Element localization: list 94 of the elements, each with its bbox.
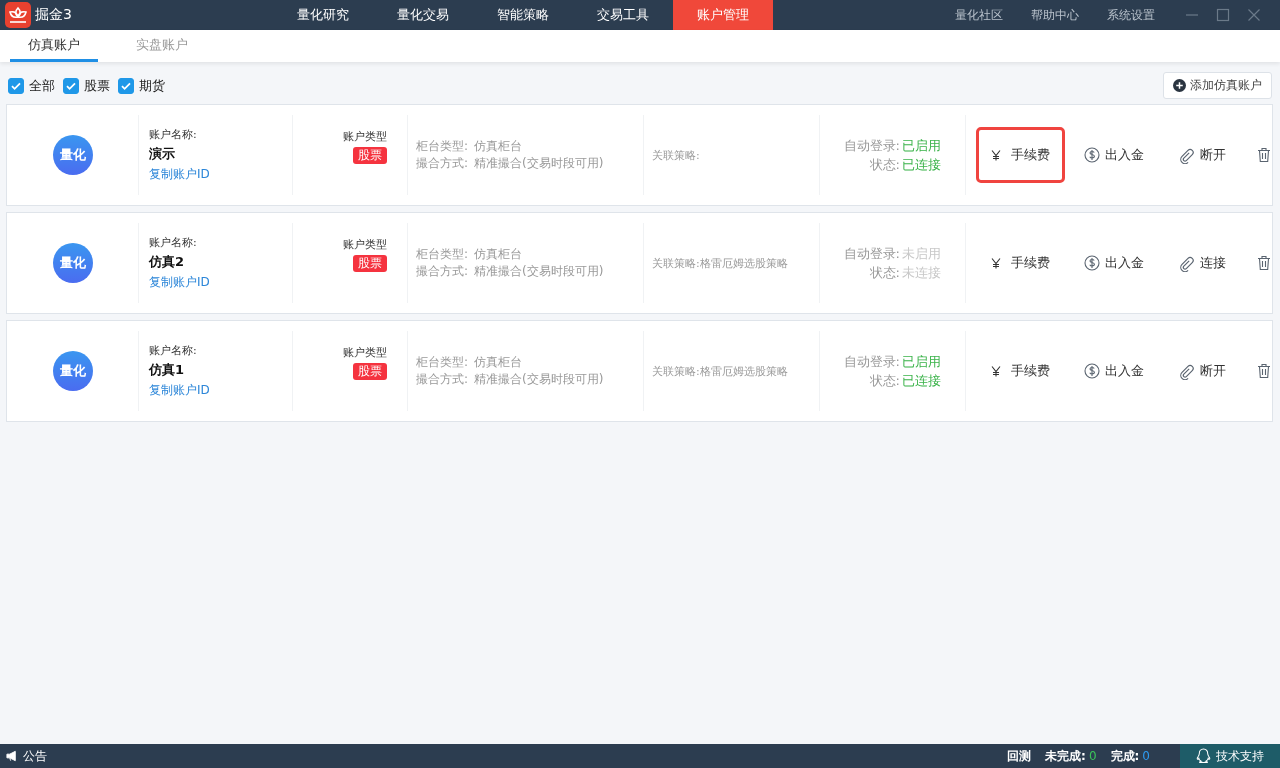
auto-login-status: 已启用 [902,353,941,371]
field-label: 自动登录: [843,245,900,263]
account-type-badge: 股票 [353,255,387,272]
field-label: 柜台类型: [416,354,469,371]
field-label: 账户名称: [149,343,198,358]
field-label: 柜台类型: [416,138,469,155]
field-label: 账户类型 [343,129,387,144]
linked-strategy: 关联策略: [652,147,701,163]
funds-button[interactable]: 出入金 [1068,343,1159,399]
filter-label: 股票 [84,76,110,95]
copy-id-link[interactable]: 复制账户ID [149,382,210,399]
paperclip-icon [1177,146,1195,164]
funds-button[interactable]: 出入金 [1068,235,1159,291]
auto-login-status: 已启用 [902,137,941,155]
copy-id-link[interactable]: 复制账户ID [149,166,210,183]
dollar-icon [1083,255,1100,271]
status-label: 完成: [1110,747,1140,765]
field-value: 精准撮合(交易时段可用) [474,155,604,172]
maximize-icon[interactable] [1216,8,1230,22]
done-count: 0 [1142,749,1150,763]
dollar-icon [1083,363,1100,379]
paperclip-icon [1177,254,1195,272]
account-name: 仿真1 [149,361,186,379]
checkbox[interactable] [8,77,24,94]
header-link[interactable]: 量化社区 [943,6,1015,24]
yen-icon [990,365,1001,377]
yen-icon [990,149,1001,161]
pending-count: 0 [1088,749,1097,763]
fee-button[interactable]: 手续费 [975,235,1065,291]
filter-label: 全部 [29,76,55,95]
account-tab[interactable]: 仿真账户 [10,30,98,62]
checkbox[interactable] [118,77,134,94]
delete-icon[interactable] [1256,147,1271,163]
funds-button[interactable]: 出入金 [1068,127,1159,183]
header-link[interactable]: 帮助中心 [1019,6,1091,24]
field-label: 状态: [869,372,900,390]
account-avatar: 量化 [52,351,93,391]
field-label: 自动登录: [843,353,900,371]
field-label: 撮合方式: [416,155,469,172]
nav-tab[interactable]: 智能策略 [473,0,573,30]
delete-icon[interactable] [1256,363,1271,379]
nav-tab[interactable]: 量化交易 [373,0,473,30]
field-value: 仿真柜台 [474,246,523,263]
logo-icon [5,2,31,28]
field-label: 自动登录: [843,137,900,155]
checkbox[interactable] [63,77,79,94]
connection-status: 已连接 [902,156,941,174]
dollar-icon [1083,147,1100,163]
nav-tab[interactable]: 账户管理 [673,0,773,30]
add-account-button[interactable]: 添加仿真账户 [1163,72,1272,99]
field-label: 柜台类型: [416,246,469,263]
header-link[interactable]: 系统设置 [1095,6,1167,24]
nav-tab[interactable]: 量化研究 [273,0,373,30]
connect-toggle-button[interactable]: 断开 [1162,343,1241,399]
paperclip-icon [1177,362,1195,380]
backtest-link[interactable]: 回测 [1007,747,1032,765]
filter-label: 期货 [139,76,165,95]
field-label: 撮合方式: [416,263,469,280]
field-value: 仿真柜台 [474,138,523,155]
field-label: 撮合方式: [416,371,469,388]
copy-id-link[interactable]: 复制账户ID [149,274,210,291]
field-label: 状态: [869,264,900,282]
linked-strategy: 关联策略:格雷厄姆选股策略 [652,363,789,379]
plus-icon [1173,79,1186,92]
account-avatar: 量化 [52,135,93,175]
linked-strategy: 关联策略:格雷厄姆选股策略 [652,255,789,271]
field-value: 精准撮合(交易时段可用) [474,263,604,280]
connect-toggle-button[interactable]: 断开 [1162,127,1241,183]
support-button[interactable]: 技术支持 [1180,744,1280,768]
field-label: 账户类型 [343,237,387,252]
account-name: 演示 [149,145,176,163]
penguin-icon [1196,747,1211,765]
status-label: 未完成: [1045,747,1086,765]
nav-tab[interactable]: 交易工具 [573,0,673,30]
account-type-badge: 股票 [353,363,387,380]
account-type-badge: 股票 [353,147,387,164]
field-label: 账户类型 [343,345,387,360]
megaphone-icon [6,750,19,762]
delete-icon[interactable] [1256,255,1271,271]
announcement-button[interactable]: 公告 [0,747,47,765]
field-value: 精准撮合(交易时段可用) [474,371,604,388]
field-label: 账户名称: [149,235,198,250]
field-label: 账户名称: [149,127,198,142]
close-icon[interactable] [1247,8,1261,22]
field-value: 仿真柜台 [474,354,523,371]
field-label: 状态: [869,156,900,174]
account-avatar: 量化 [52,243,93,283]
connection-status: 已连接 [902,372,941,390]
app-name: 掘金3 [35,6,72,24]
yen-icon [990,257,1001,269]
fee-button[interactable]: 手续费 [975,127,1065,183]
connect-toggle-button[interactable]: 连接 [1162,235,1241,291]
account-name: 仿真2 [149,253,186,271]
fee-button[interactable]: 手续费 [975,343,1065,399]
